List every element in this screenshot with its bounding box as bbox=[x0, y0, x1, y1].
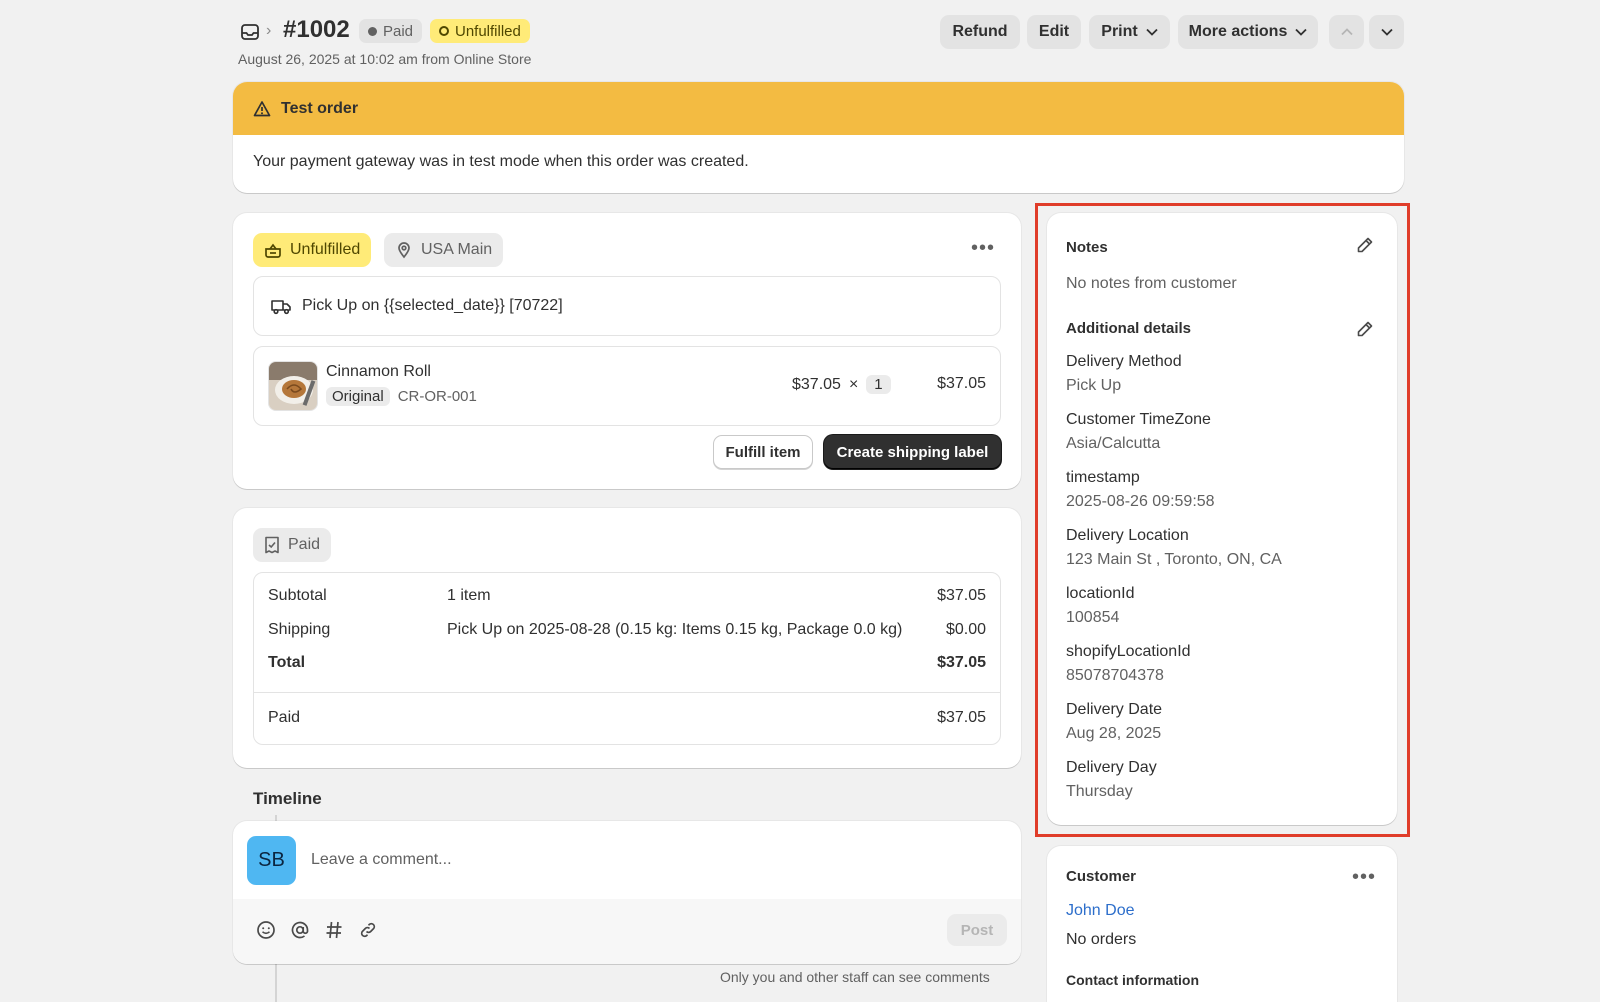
ring-icon bbox=[439, 26, 449, 36]
customer-card: Customer ••• John Doe No orders Contact … bbox=[1047, 846, 1397, 1002]
emoji-icon[interactable] bbox=[255, 919, 277, 941]
paid-pill: Paid bbox=[253, 528, 332, 562]
fulfill-item-button[interactable]: Fulfill item bbox=[713, 435, 813, 469]
staff-only-note: Only you and other staff can see comment… bbox=[720, 969, 990, 985]
chevron-up-icon bbox=[1340, 28, 1353, 36]
warning-icon bbox=[253, 100, 271, 116]
receipt-check-icon bbox=[265, 536, 279, 554]
unfulfilled-status-badge: Unfulfilled bbox=[430, 19, 530, 43]
total-row: Total $37.05 bbox=[268, 654, 986, 672]
comment-box: SB Leave a comment... Post bbox=[233, 821, 1021, 964]
highlight-box bbox=[1035, 203, 1410, 837]
unit-price-row: $37.05 × 1 bbox=[792, 375, 891, 394]
paid-row: Paid $37.05 bbox=[268, 709, 986, 727]
variant-tag: Original bbox=[326, 387, 390, 406]
fulfillment-card: Unfulfilled USA Main ••• Pick Up on {{se… bbox=[233, 213, 1021, 489]
customer-more-options-icon[interactable]: ••• bbox=[1352, 866, 1376, 889]
customer-orders: No orders bbox=[1066, 931, 1137, 948]
delivery-method-text: Pick Up on {{selected_date}} [70722] bbox=[302, 297, 563, 314]
print-button[interactable]: Print bbox=[1089, 15, 1170, 49]
paid-status-badge: Paid bbox=[359, 19, 423, 43]
total-amount: $37.05 bbox=[937, 654, 986, 671]
fulfill-item-label: Fulfill item bbox=[725, 443, 801, 461]
paid-desc bbox=[447, 709, 937, 727]
more-actions-label: More actions bbox=[1188, 23, 1288, 40]
test-order-banner: Test order Your payment gateway was in t… bbox=[233, 82, 1404, 193]
location-label: USA Main bbox=[421, 241, 493, 258]
times-sign: × bbox=[848, 375, 859, 393]
cinnamon-roll-image bbox=[269, 362, 317, 410]
paid-badge-label: Paid bbox=[383, 22, 414, 40]
avatar: SB bbox=[247, 836, 296, 885]
chevron-down-icon bbox=[1146, 28, 1158, 36]
breadcrumb-chevron-icon: › bbox=[266, 22, 272, 39]
product-variant-row: Original CR-OR-001 bbox=[326, 387, 477, 406]
subtotal-label: Subtotal bbox=[268, 587, 327, 604]
unfulfilled-pill: Unfulfilled bbox=[253, 233, 372, 267]
order-number: #1002 bbox=[283, 16, 350, 43]
subtotal-desc: 1 item bbox=[447, 587, 491, 604]
previous-order-button[interactable] bbox=[1329, 15, 1364, 49]
dot-icon bbox=[368, 26, 377, 36]
refund-label: Refund bbox=[952, 23, 1008, 40]
payment-card: Paid Subtotal 1 item $37.05 Shipping Pic… bbox=[233, 508, 1021, 768]
location-pill[interactable]: USA Main bbox=[384, 233, 504, 267]
paid-pill-label: Paid bbox=[288, 536, 321, 553]
shipping-desc: Pick Up on 2025-08-28 (0.15 kg: Items 0.… bbox=[447, 621, 903, 638]
location-pin-icon bbox=[398, 242, 410, 259]
product-name[interactable]: Cinnamon Roll bbox=[326, 363, 431, 381]
unfulfilled-badge-label: Unfulfilled bbox=[455, 22, 521, 40]
next-order-button[interactable] bbox=[1369, 15, 1404, 49]
unfulfilled-pill-label: Unfulfilled bbox=[290, 241, 361, 258]
line-item: Cinnamon Roll Original CR-OR-001 $37.05 … bbox=[253, 346, 1001, 426]
post-button[interactable]: Post bbox=[947, 914, 1007, 946]
delivery-truck-icon bbox=[271, 300, 291, 315]
subtotal-row: Subtotal 1 item $37.05 bbox=[268, 587, 986, 605]
link-icon[interactable] bbox=[357, 919, 379, 941]
paid-amount: $37.05 bbox=[937, 709, 986, 726]
unit-price: $37.05 bbox=[792, 375, 841, 393]
test-order-title: Test order bbox=[281, 99, 359, 117]
comment-toolbar bbox=[233, 899, 1021, 964]
print-label: Print bbox=[1101, 23, 1138, 40]
hashtag-icon[interactable] bbox=[323, 919, 345, 941]
product-thumbnail[interactable] bbox=[268, 361, 318, 411]
customer-name-link[interactable]: John Doe bbox=[1066, 902, 1135, 920]
subtotal-amount: $37.05 bbox=[937, 587, 986, 604]
customer-title: Customer bbox=[1066, 868, 1137, 885]
refund-button[interactable]: Refund bbox=[940, 15, 1020, 49]
package-icon bbox=[265, 243, 281, 258]
contact-information-title: Contact information bbox=[1066, 972, 1199, 988]
order-subtitle: August 26, 2025 at 10:02 am from Online … bbox=[238, 51, 532, 67]
orders-inbox-icon[interactable] bbox=[240, 22, 260, 42]
shipping-amount: $0.00 bbox=[945, 621, 986, 638]
mention-icon[interactable] bbox=[289, 919, 311, 941]
create-shipping-label-label: Create shipping label bbox=[836, 443, 989, 461]
test-order-header: Test order bbox=[233, 82, 1404, 135]
edit-label: Edit bbox=[1038, 23, 1070, 40]
delivery-method-box: Pick Up on {{selected_date}} [70722] bbox=[253, 276, 1001, 336]
chevron-down-icon bbox=[1380, 28, 1393, 36]
chevron-down-icon bbox=[1295, 28, 1307, 36]
paid-label: Paid bbox=[268, 709, 301, 726]
shipping-row: Shipping Pick Up on 2025-08-28 (0.15 kg:… bbox=[268, 621, 986, 639]
create-shipping-label-button[interactable]: Create shipping label bbox=[824, 435, 1001, 469]
shipping-label: Shipping bbox=[268, 621, 331, 638]
quantity: 1 bbox=[866, 375, 891, 394]
edit-button[interactable]: Edit bbox=[1027, 15, 1081, 49]
total-desc bbox=[447, 654, 937, 672]
more-options-icon[interactable]: ••• bbox=[971, 237, 995, 260]
product-sku: CR-OR-001 bbox=[397, 388, 477, 405]
total-label: Total bbox=[268, 654, 306, 671]
comment-input[interactable]: Leave a comment... bbox=[311, 851, 452, 869]
more-actions-button[interactable]: More actions bbox=[1178, 15, 1318, 49]
line-total: $37.05 bbox=[937, 375, 986, 392]
timeline-title: Timeline bbox=[253, 789, 322, 808]
divider bbox=[254, 692, 1000, 693]
payment-summary: Subtotal 1 item $37.05 Shipping Pick Up … bbox=[253, 572, 1001, 745]
test-order-message: Your payment gateway was in test mode wh… bbox=[253, 153, 749, 170]
